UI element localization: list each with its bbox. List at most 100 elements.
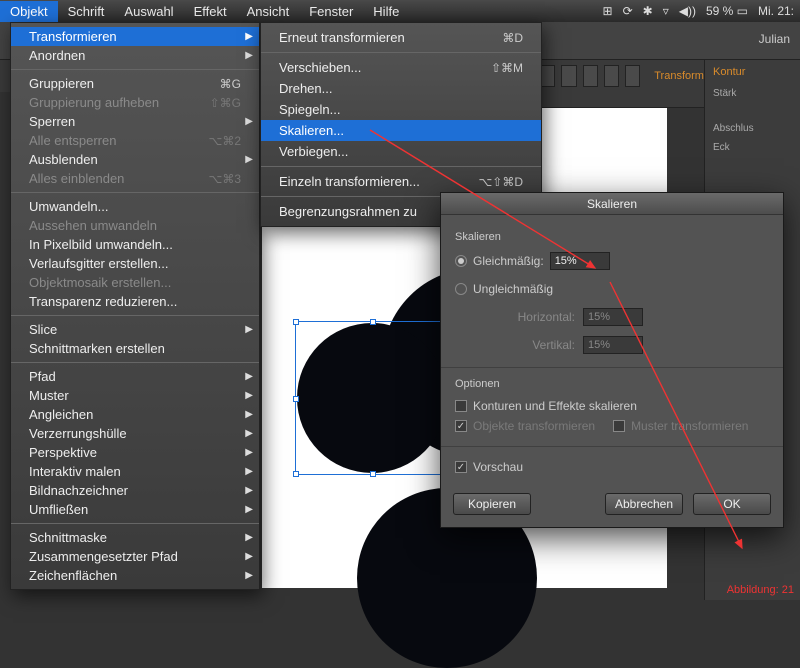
dropbox-icon[interactable]: ⊞: [603, 4, 613, 18]
button-cancel[interactable]: Abbrechen: [605, 493, 683, 515]
menu-fenster[interactable]: Fenster: [299, 1, 363, 22]
bluetooth-icon[interactable]: ✱: [643, 4, 653, 18]
group-label-options: Optionen: [455, 378, 769, 390]
menu-effekt[interactable]: Effekt: [184, 1, 237, 22]
menu-item[interactable]: Perspektive▶: [11, 443, 259, 462]
menu-item[interactable]: Verlaufsgitter erstellen...: [11, 254, 259, 273]
menu-item: Gruppierung aufheben⇧⌘G: [11, 93, 259, 112]
submenu-item[interactable]: Verschieben...⇧⌘M: [261, 57, 541, 78]
menu-item[interactable]: Transparenz reduzieren...: [11, 292, 259, 311]
submenu-arrow-icon: ▶: [245, 532, 253, 543]
menu-item[interactable]: Interaktiv malen▶: [11, 462, 259, 481]
submenu-item[interactable]: Drehen...: [261, 78, 541, 99]
input-horizontal[interactable]: [583, 308, 643, 326]
align-button[interactable]: [561, 65, 576, 87]
menu-item[interactable]: Umfließen▶: [11, 500, 259, 519]
sync-icon[interactable]: ⟳: [623, 4, 633, 18]
panel-label: Eck: [705, 138, 800, 157]
control-tab[interactable]: Transform: [654, 70, 704, 82]
figure-caption: Abbildung: 21: [727, 584, 794, 596]
menu-item[interactable]: Angleichen▶: [11, 405, 259, 424]
radio-uniform[interactable]: [455, 255, 467, 267]
checkbox-objects: [455, 420, 467, 432]
submenu-arrow-icon: ▶: [245, 570, 253, 581]
checkbox-strokes[interactable]: [455, 400, 467, 412]
submenu-arrow-icon: ▶: [245, 504, 253, 515]
battery-label: 59 % ▭: [706, 4, 748, 18]
submenu-arrow-icon: ▶: [245, 466, 253, 477]
submenu-arrow-icon: ▶: [245, 428, 253, 439]
menu-item[interactable]: Muster▶: [11, 386, 259, 405]
submenu-arrow-icon: ▶: [245, 371, 253, 382]
menu-item[interactable]: Slice▶: [11, 320, 259, 339]
menu-item[interactable]: Zusammengesetzter Pfad▶: [11, 547, 259, 566]
menu-auswahl[interactable]: Auswahl: [114, 1, 183, 22]
menubar: ObjektSchriftAuswahlEffektAnsichtFenster…: [0, 0, 800, 22]
submenu-item[interactable]: Erneut transformieren⌘D: [261, 27, 541, 48]
label-vertical: Vertikal:: [455, 338, 583, 352]
menu-objekt[interactable]: Transformieren▶Anordnen▶ Gruppieren⌘GGrup…: [10, 22, 260, 590]
user-label: Julian: [759, 32, 790, 46]
submenu-item[interactable]: Spiegeln...: [261, 99, 541, 120]
menu-item: Aussehen umwandeln: [11, 216, 259, 235]
clock-label: Mi. 21:: [758, 4, 794, 18]
submenu-item[interactable]: Skalieren...: [261, 120, 541, 141]
submenu-arrow-icon: ▶: [245, 31, 253, 42]
dialog-title: Skalieren: [441, 193, 783, 215]
label-horizontal: Horizontal:: [455, 310, 583, 324]
submenu-arrow-icon: ▶: [245, 551, 253, 562]
dialog-scale: Skalieren Skalieren Gleichmäßig: Ungleic…: [440, 192, 784, 528]
menu-item[interactable]: In Pixelbild umwandeln...: [11, 235, 259, 254]
submenu-arrow-icon: ▶: [245, 447, 253, 458]
label-patterns: Muster transformieren: [631, 419, 748, 433]
align-button[interactable]: [625, 65, 640, 87]
menu-item: Alle entsperren⌥⌘2: [11, 131, 259, 150]
align-button[interactable]: [583, 65, 598, 87]
panel-tab-stroke[interactable]: Kontur: [705, 60, 800, 84]
submenu-arrow-icon: ▶: [245, 324, 253, 335]
menu-item[interactable]: Bildnachzeichner▶: [11, 481, 259, 500]
menu-item[interactable]: Schnittmarken erstellen: [11, 339, 259, 358]
selection-box[interactable]: [295, 321, 449, 475]
label-preview: Vorschau: [473, 460, 523, 474]
button-copy[interactable]: Kopieren: [453, 493, 531, 515]
checkbox-patterns: [613, 420, 625, 432]
checkbox-preview[interactable]: [455, 461, 467, 473]
menu-item[interactable]: Sperren▶: [11, 112, 259, 131]
menu-item[interactable]: Gruppieren⌘G: [11, 74, 259, 93]
panel-label: Abschlus: [705, 119, 800, 138]
align-button[interactable]: [540, 65, 555, 87]
menu-item[interactable]: Umwandeln...: [11, 197, 259, 216]
menu-item[interactable]: Schnittmaske▶: [11, 528, 259, 547]
label-strokes: Konturen und Effekte skalieren: [473, 399, 637, 413]
menu-ansicht[interactable]: Ansicht: [237, 1, 300, 22]
submenu-item[interactable]: Einzeln transformieren...⌥⇧⌘D: [261, 171, 541, 192]
input-vertical[interactable]: [583, 336, 643, 354]
submenu-arrow-icon: ▶: [245, 116, 253, 127]
group-label-scale: Skalieren: [455, 231, 769, 243]
menu-item[interactable]: Verzerrungshülle▶: [11, 424, 259, 443]
menu-schrift[interactable]: Schrift: [58, 1, 115, 22]
submenu-arrow-icon: ▶: [245, 409, 253, 420]
menu-item[interactable]: Pfad▶: [11, 367, 259, 386]
menu-item[interactable]: Zeichenflächen▶: [11, 566, 259, 585]
radio-nonuniform[interactable]: [455, 283, 467, 295]
menu-item: Objektmosaik erstellen...: [11, 273, 259, 292]
submenu-arrow-icon: ▶: [245, 154, 253, 165]
menu-objekt[interactable]: Objekt: [0, 1, 58, 22]
label-uniform: Gleichmäßig:: [473, 254, 550, 268]
submenu-item[interactable]: Verbiegen...: [261, 141, 541, 162]
menu-hilfe[interactable]: Hilfe: [363, 1, 409, 22]
submenu-arrow-icon: ▶: [245, 485, 253, 496]
align-button[interactable]: [604, 65, 619, 87]
menu-item: Alles einblenden⌥⌘3: [11, 169, 259, 188]
menu-item[interactable]: Transformieren▶: [11, 27, 259, 46]
wifi-icon[interactable]: ▿: [663, 4, 669, 18]
input-uniform[interactable]: [550, 252, 610, 270]
volume-icon[interactable]: ◀)): [679, 4, 696, 18]
label-objects: Objekte transformieren: [473, 419, 595, 433]
menu-item[interactable]: Ausblenden▶: [11, 150, 259, 169]
menu-item[interactable]: Anordnen▶: [11, 46, 259, 65]
button-ok[interactable]: OK: [693, 493, 771, 515]
panel-label: Stärk: [705, 84, 800, 103]
